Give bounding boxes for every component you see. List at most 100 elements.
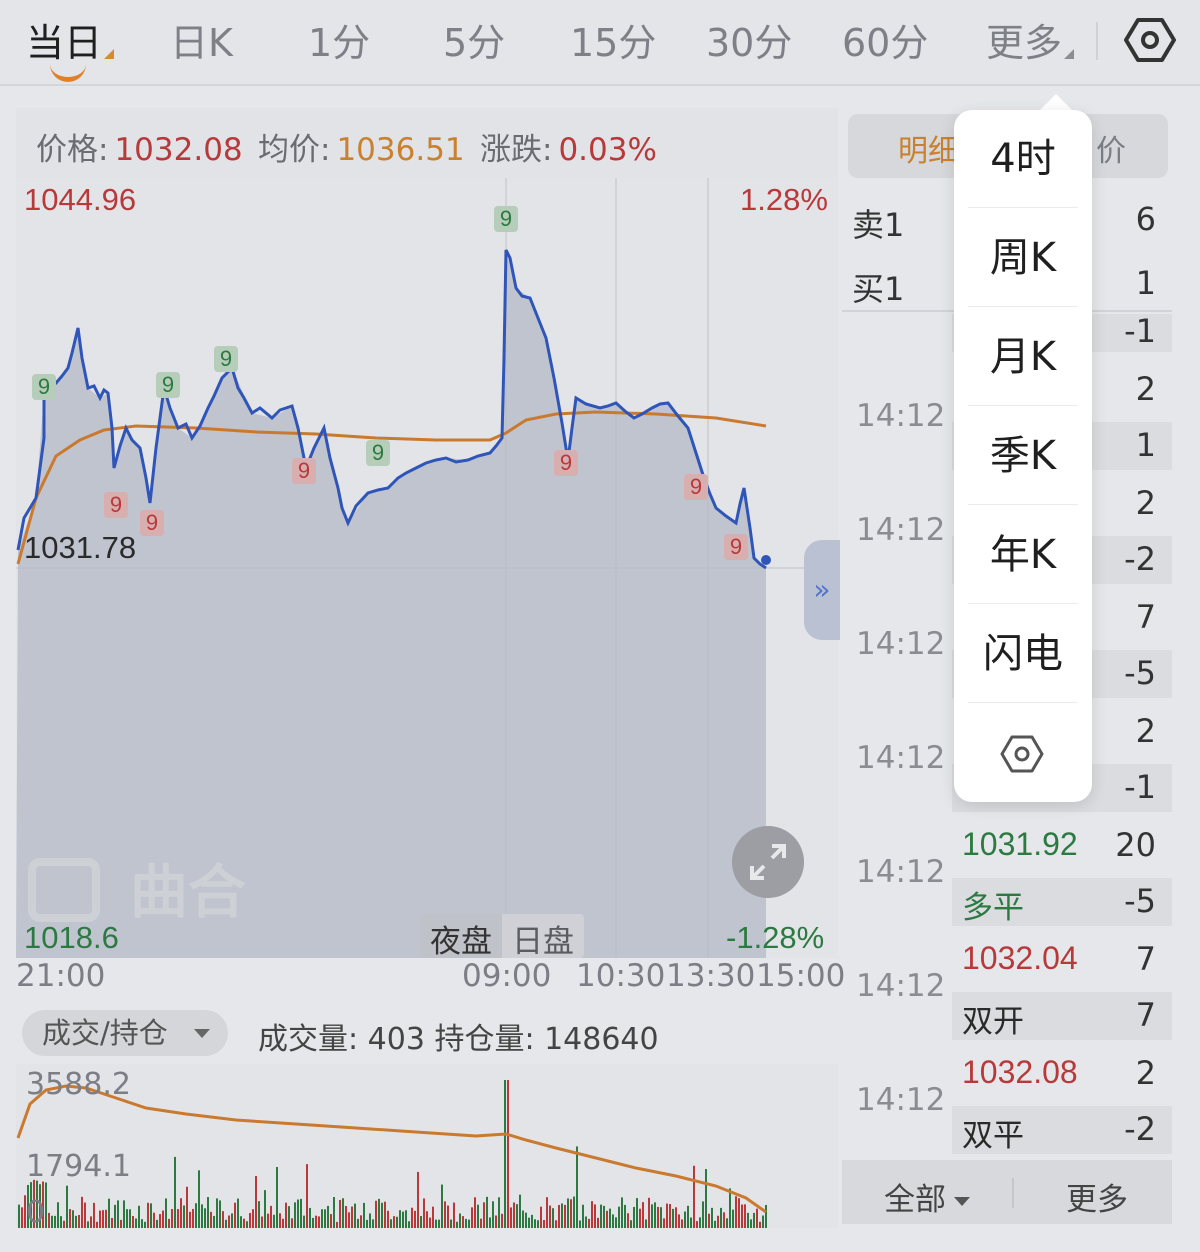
volume-bar (399, 1210, 401, 1228)
volume-bar (621, 1197, 623, 1228)
volume-bar (567, 1198, 569, 1228)
volume-chart: 3588.2 1794.1 0 (16, 1064, 838, 1228)
tab-60min[interactable]: 60分 (842, 12, 928, 67)
volume-bar (171, 1209, 173, 1228)
filter-all-dropdown[interactable]: 全部 (884, 1174, 970, 1219)
volume-bar (549, 1205, 551, 1228)
volume-bar (726, 1218, 728, 1228)
more-details-link[interactable]: 更多 (1066, 1174, 1128, 1219)
volume-bar (558, 1204, 560, 1228)
volume-bar (309, 1207, 311, 1228)
volume-bar (600, 1204, 602, 1228)
volume-bar (303, 1215, 305, 1228)
volume-bar (591, 1201, 593, 1228)
volume-bar (333, 1197, 335, 1228)
volume-bar (657, 1206, 659, 1228)
volume-indicator-select[interactable]: 成交/持仓 (22, 1010, 228, 1056)
tick-volume: 20 (1115, 826, 1156, 864)
volume-bar (609, 1208, 611, 1228)
intraday-chart[interactable]: 9 9 9 9 9 9 9 9 9 9 9 曲合 (16, 178, 838, 958)
tab-30min[interactable]: 30分 (706, 12, 792, 67)
volume-bar (300, 1198, 302, 1228)
volume-bar (60, 1216, 62, 1228)
menu-item-monthly-k[interactable]: 月K (968, 308, 1078, 406)
td-marker-6: 9 (298, 458, 310, 483)
volume-bar (330, 1214, 332, 1228)
tick-subrow: 多平 -5 (952, 878, 1172, 926)
menu-item-weekly-k[interactable]: 周K (968, 209, 1078, 307)
volume-bar (627, 1213, 629, 1228)
tab-5min[interactable]: 5分 (443, 12, 505, 67)
volume-bar (498, 1197, 500, 1228)
volume-bar (240, 1216, 242, 1228)
volume-bar (648, 1197, 650, 1228)
td-marker-11: 9 (730, 534, 742, 559)
volume-bar (687, 1205, 689, 1228)
volume-bar (432, 1206, 434, 1228)
side-panel-toggle-icon[interactable]: » (804, 540, 840, 640)
price-label: 价格: (36, 132, 109, 168)
tick-volume: 2 (1135, 712, 1156, 750)
buy1-qty: 1 (1135, 264, 1156, 302)
volume-bar (669, 1204, 671, 1228)
fullscreen-expand-icon[interactable] (732, 826, 804, 898)
volume-bar (444, 1201, 446, 1228)
tab-1min[interactable]: 1分 (308, 12, 370, 67)
tick-type: 双平 (962, 1118, 1024, 1154)
volume-bar (606, 1210, 608, 1228)
volume-bar (555, 1220, 557, 1228)
volume-bar (132, 1216, 134, 1228)
volume-bar (681, 1219, 683, 1228)
volume-bar (387, 1210, 389, 1228)
volume-bar (264, 1190, 266, 1228)
session-night-button[interactable]: 夜盘 (420, 914, 502, 960)
volume-bar (516, 1204, 518, 1228)
volume-bar (117, 1200, 119, 1228)
tick-oi-change: -2 (1124, 1110, 1156, 1148)
tick-row: 14:12 1032.04 7 双开 7 (842, 940, 1172, 1054)
volume-bar (189, 1211, 191, 1228)
tab-15min[interactable]: 15分 (570, 12, 656, 67)
tick-time: 14:12 (856, 1082, 946, 1118)
detail-footer: 全部 更多 (842, 1160, 1172, 1224)
volume-bar (477, 1204, 479, 1228)
menu-item-quarterly-k[interactable]: 季K (968, 407, 1078, 505)
volume-bar (411, 1207, 413, 1228)
volume-bar (18, 1204, 20, 1228)
volume-bar (201, 1204, 203, 1228)
volume-bar (123, 1200, 125, 1228)
menu-item-4h[interactable]: 4时 (968, 110, 1078, 208)
tab-intraday[interactable]: 当日 (26, 12, 115, 67)
tick-oi-change: -5 (1124, 882, 1156, 920)
price-value: 1032.08 (114, 132, 243, 168)
tab-intraday-label: 当日 (26, 21, 103, 65)
chevron-down-icon (194, 1029, 210, 1038)
volume-bar (204, 1208, 206, 1228)
volume-bar (162, 1210, 164, 1228)
td-marker-5: 9 (220, 346, 232, 371)
period-tab-bar: 当日 日K 1分 5分 15分 30分 60分 更多 (0, 0, 1200, 86)
tab-more[interactable]: 更多 (986, 12, 1075, 67)
menu-item-yearly-k[interactable]: 年K (968, 506, 1078, 604)
volume-bar (144, 1221, 146, 1228)
tick-row: 14:12 1032.08 2 双平 -2 (842, 1054, 1172, 1168)
settings-hexagon-icon[interactable] (1124, 14, 1176, 66)
period-settings-icon[interactable] (1000, 732, 1044, 776)
volume-bar (120, 1219, 122, 1228)
tick-time: 14:12 (856, 626, 946, 662)
menu-item-lightning[interactable]: 闪电 (968, 605, 1078, 703)
volume-bar (474, 1197, 476, 1228)
buy1-label: 买1 (852, 270, 905, 308)
volume-bar (576, 1146, 578, 1228)
volume-bar (222, 1211, 224, 1228)
tab-detail[interactable]: 明细 (898, 126, 958, 170)
volume-bar (465, 1218, 467, 1228)
volume-bar (306, 1164, 308, 1228)
volume-bar (285, 1202, 287, 1228)
volume-bar (429, 1217, 431, 1228)
session-day-button[interactable]: 日盘 (502, 914, 584, 960)
tab-price-level[interactable]: 价 (1096, 126, 1126, 170)
tab-daily-k[interactable]: 日K (170, 12, 233, 67)
tab-more-label: 更多 (986, 21, 1063, 65)
volume-bar (546, 1197, 548, 1228)
